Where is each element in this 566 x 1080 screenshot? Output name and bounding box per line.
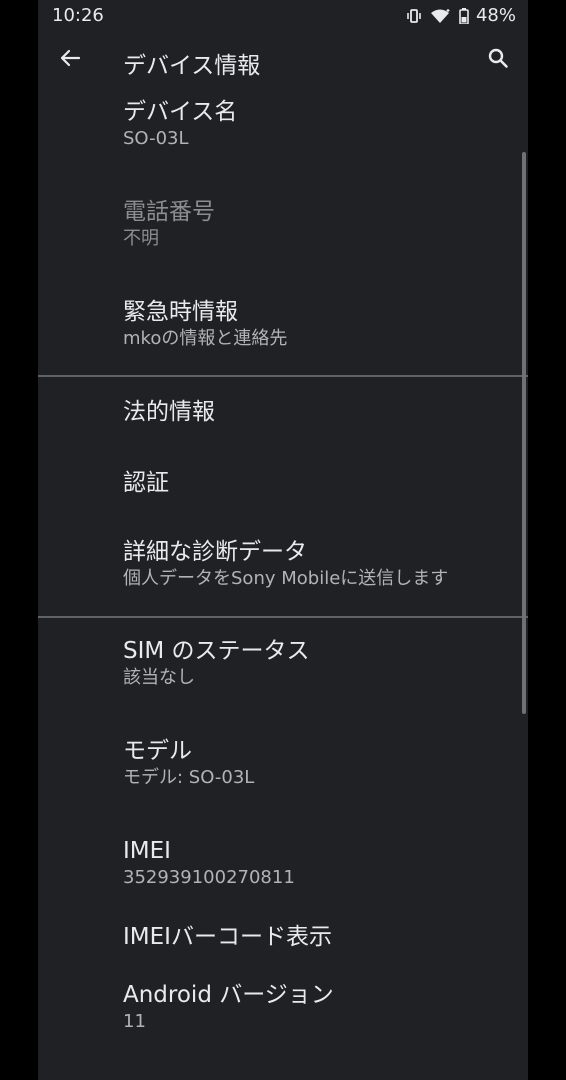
item-title: 詳細な診断データ [123, 539, 307, 565]
app-bar: デバイス情報 [38, 32, 528, 88]
item-summary: モデル: SO-03L [123, 767, 255, 788]
scrollbar-thumb[interactable] [522, 152, 526, 714]
legal-info-item[interactable]: 法的情報 [38, 377, 528, 448]
item-summary: mkoの情報と連絡先 [123, 328, 288, 349]
item-title: 電話番号 [123, 199, 215, 225]
status-time: 10:26 [52, 5, 104, 26]
item-summary: 11 [123, 1011, 146, 1032]
vibrate-icon [405, 8, 423, 23]
search-icon [487, 47, 509, 73]
wifi-icon [430, 8, 452, 24]
item-summary: 不明 [123, 228, 159, 249]
android-version-item[interactable]: Android バージョン 11 [38, 980, 528, 1070]
item-title: IMEIバーコード表示 [123, 924, 332, 950]
back-button[interactable] [54, 44, 86, 76]
model-item[interactable]: モデル モデル: SO-03L [38, 718, 528, 818]
item-summary: 該当なし [123, 667, 195, 688]
imei-item[interactable]: IMEI 352939100270811 [38, 818, 528, 906]
item-title: モデル [123, 738, 192, 764]
status-icons: 48% [405, 5, 516, 26]
item-title: 緊急時情報 [123, 299, 238, 325]
item-title: IMEI [123, 838, 171, 864]
page-title: デバイス情報 [123, 53, 261, 79]
imei-barcode-item[interactable]: IMEIバーコード表示 [38, 906, 528, 980]
certification-item[interactable]: 認証 [38, 448, 528, 519]
item-title: SIM のステータス [123, 638, 310, 664]
status-bar: 10:26 48% [38, 0, 528, 32]
sim-status-item[interactable]: SIM のステータス 該当なし [38, 618, 528, 718]
device-name-item[interactable]: デバイス名 SO-03L [38, 88, 528, 187]
battery-icon [459, 7, 469, 24]
settings-list: デバイス名 SO-03L 電話番号 不明 緊急時情報 mkoの情報と連絡先 法的… [38, 88, 528, 1070]
emergency-info-item[interactable]: 緊急時情報 mkoの情報と連絡先 [38, 287, 528, 375]
battery-percentage: 48% [475, 5, 516, 26]
item-summary: SO-03L [123, 128, 189, 149]
settings-screen: 10:26 48% デバイス情報 デバイス名 SO-03L 電話番号 不明 緊急… [38, 0, 528, 1080]
item-title: 認証 [123, 470, 169, 496]
item-title: デバイス名 [123, 99, 238, 125]
search-button[interactable] [482, 44, 514, 76]
item-summary: 352939100270811 [123, 867, 295, 888]
phone-number-item: 電話番号 不明 [38, 187, 528, 287]
item-summary: 個人データをSony Mobileに送信します [123, 568, 449, 589]
item-title: 法的情報 [123, 399, 215, 425]
arrow-back-icon [59, 47, 81, 73]
item-title: Android バージョン [123, 982, 334, 1008]
diagnostic-data-item[interactable]: 詳細な診断データ 個人データをSony Mobileに送信します [38, 519, 528, 616]
